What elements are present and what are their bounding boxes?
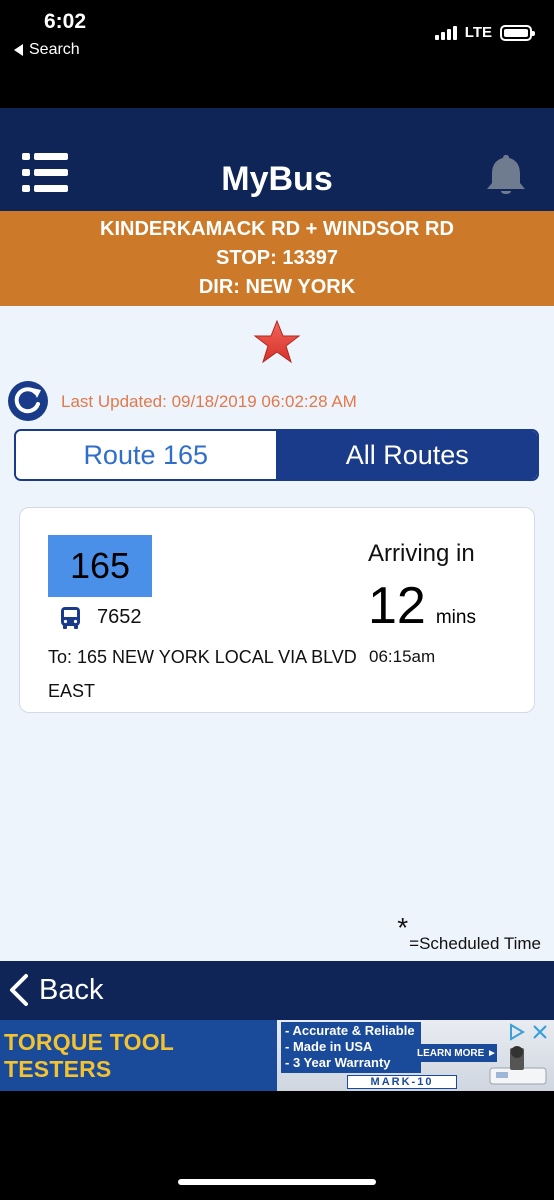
battery-icon [500, 24, 535, 41]
stop-name: KINDERKAMACK RD + WINDSOR RD [100, 218, 454, 240]
ad-bullet: - Made in USA [285, 1039, 373, 1054]
arriving-label: Arriving in [368, 540, 475, 567]
stop-id: STOP: 13397 [216, 247, 338, 269]
stop-direction: DIR: NEW YORK [198, 276, 356, 298]
back-triangle-icon [14, 44, 23, 56]
ad-detail-panel: - Accurate & Reliable - Made in USA - 3 … [277, 1020, 554, 1091]
eta-unit: mins [435, 607, 476, 628]
back-to-search-link[interactable]: Search [14, 41, 80, 59]
route-filter-segmented-control: Route 165 All Routes [14, 429, 539, 481]
status-time: 6:02 [44, 10, 87, 33]
ad-choices-icon[interactable] [506, 1022, 526, 1042]
home-indicator[interactable] [178, 1179, 376, 1185]
refresh-icon[interactable] [7, 380, 49, 422]
back-button-label: Back [39, 974, 104, 1006]
ad-brand-logo: MARK-10 [347, 1075, 457, 1089]
destination-text: To: 165 NEW YORK LOCAL VIA BLVD EAST [48, 647, 357, 701]
arrival-time: 06:15am [369, 647, 436, 666]
ad-bullet: - Accurate & Reliable [285, 1023, 415, 1038]
status-bar: 6:02 Search LTE [0, 0, 554, 108]
back-to-search-label: Search [29, 41, 80, 58]
ad-cta-label: LEARN MORE [417, 1047, 485, 1059]
stop-info-banner: KINDERKAMACK RD + WINDSOR RD STOP: 13397… [0, 211, 554, 306]
star-icon[interactable] [253, 319, 301, 365]
legend-symbol: * [397, 912, 409, 943]
bottom-safe-area [0, 1091, 554, 1200]
ad-bullet: - 3 Year Warranty [285, 1055, 391, 1070]
app-title: MyBus [221, 160, 333, 198]
status-indicators: LTE [434, 24, 535, 41]
signal-icon [434, 25, 457, 40]
tab-route-165[interactable]: Route 165 [16, 431, 278, 479]
ad-close-icon[interactable] [530, 1022, 550, 1042]
torque-tester-product-image [489, 1046, 547, 1085]
scheduled-time-legend: * =Scheduled Time [397, 912, 541, 954]
bus-icon [61, 607, 80, 629]
ad-learn-more-button[interactable]: LEARN MORE ► [417, 1044, 497, 1062]
back-bar[interactable]: Back [0, 961, 554, 1020]
legend-text: =Scheduled Time [409, 934, 541, 953]
ad-bullet-list: - Accurate & Reliable - Made in USA - 3 … [281, 1022, 421, 1073]
tab-all-routes[interactable]: All Routes [277, 431, 537, 479]
ad-banner[interactable]: TORQUE TOOL TESTERS - Accurate & Reliabl… [0, 1020, 554, 1091]
bell-icon[interactable] [482, 152, 530, 198]
arrival-card[interactable]: 165 7652 To: 165 NEW YORK LOCAL VIA BLVD… [19, 507, 535, 713]
chevron-left-icon [10, 974, 28, 1006]
route-number-badge: 165 [48, 535, 152, 597]
app-header: MyBus [0, 108, 554, 211]
ad-headline-panel: TORQUE TOOL TESTERS [0, 1020, 277, 1091]
ad-headline: TORQUE TOOL TESTERS [4, 1028, 174, 1082]
last-updated-text: Last Updated: 09/18/2019 06:02:28 AM [61, 392, 357, 411]
eta-minutes: 12 [368, 577, 426, 635]
network-type: LTE [464, 24, 492, 41]
main-content: Last Updated: 09/18/2019 06:02:28 AM Rou… [0, 306, 554, 961]
vehicle-number: 7652 [97, 606, 142, 628]
eta-countdown: 12 mins [368, 576, 476, 636]
